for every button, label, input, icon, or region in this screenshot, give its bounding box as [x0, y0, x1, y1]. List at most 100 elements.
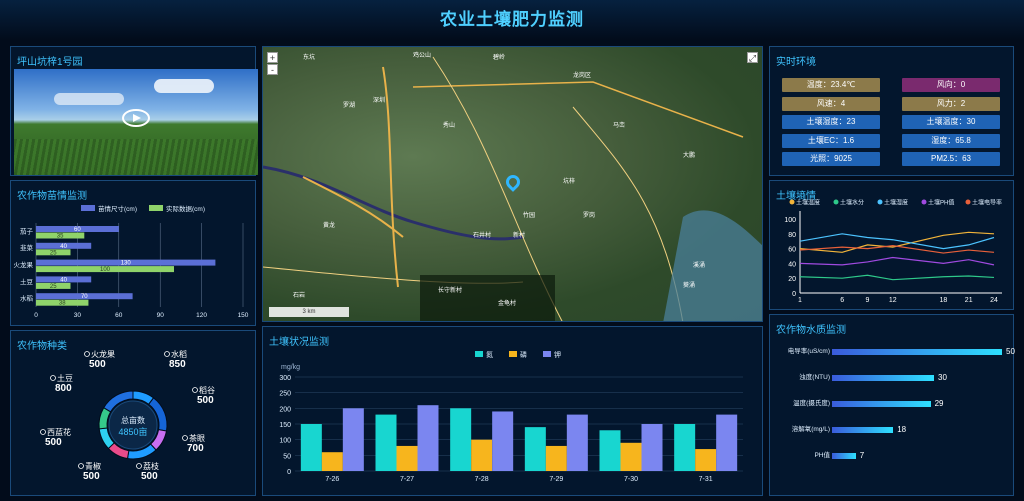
- bar-value-label: 60: [74, 227, 81, 233]
- water-quality-label: PH值: [814, 452, 830, 459]
- slice-value-label: 500: [45, 437, 62, 448]
- map-scale: 3 km: [269, 307, 349, 317]
- bar: [471, 439, 493, 471]
- slice-marker: [40, 429, 46, 435]
- map-place-label: 深圳: [373, 96, 385, 104]
- legend-marker: [789, 199, 795, 205]
- series-line: [799, 274, 995, 281]
- map-place-label: 溪涌: [693, 261, 705, 269]
- y-tick-label: 20: [788, 276, 796, 283]
- water-quality-bar: [832, 453, 856, 459]
- y-category-label: 火龙果: [14, 260, 34, 269]
- bar: [342, 408, 364, 471]
- slice-name-label: 青椒: [85, 461, 101, 471]
- legend-label: 土壤温度: [796, 199, 820, 207]
- x-tick-label: 60: [115, 312, 123, 319]
- x-tick-label: 30: [74, 312, 82, 319]
- video-panel-title: 坪山坑梓1号园: [17, 57, 83, 68]
- slice-name-label: 西蓝花: [47, 427, 71, 437]
- center-value: 4850亩: [118, 426, 147, 437]
- legend-swatch: [81, 205, 95, 211]
- x-tick-label: 150: [238, 312, 249, 319]
- water-quality-label: 溶解氧(mg/L): [791, 426, 830, 433]
- zoom-in-button[interactable]: +: [267, 52, 278, 63]
- bar-value-label: 40: [60, 244, 67, 250]
- bar: [375, 414, 397, 471]
- x-tick-label: 0: [34, 312, 38, 319]
- bar-value-label: 70: [81, 294, 88, 300]
- bar-value-label: 25: [50, 250, 57, 256]
- center-label: 总亩数: [121, 415, 145, 425]
- water-quality-value: 29: [934, 399, 944, 408]
- water-quality-value: 18: [897, 425, 907, 434]
- y-tick-label: 200: [279, 406, 291, 413]
- water-quality-row: PH值 7: [770, 449, 1020, 463]
- x-tick-label: 21: [965, 297, 973, 304]
- x-tick-label: 7-31: [699, 476, 713, 483]
- bar-value-label: 38: [59, 301, 66, 307]
- y-axis-unit: mg/kg: [281, 364, 300, 371]
- x-tick-label: 1: [798, 297, 802, 304]
- y-category-label: 韭菜: [20, 243, 34, 252]
- x-tick-label: 90: [157, 312, 165, 319]
- water-quality-panel: 农作物水质监测 电导率(uS/cm) 50 浊度(NTU) 30 温度(摄氏度) 29 溶解…: [769, 314, 1015, 496]
- water-quality-value: 7: [859, 451, 865, 460]
- slice-marker: [182, 435, 188, 441]
- legend-marker: [877, 199, 883, 205]
- slice-value-label: 500: [141, 471, 158, 482]
- map-view[interactable]: 鸡公山 东坑 深圳 碧岭 龙岗区 坑梓 石井村 秀山 黄龙 大鹏 罗湖 新村 竹园 金龟村 长守新村 马峦 葵涌…: [262, 46, 763, 322]
- crop-types-panel: 农作物种类 火龙果 500 水稻 850 稻谷 500 茶眼 700 荔枝 500 青椒 500 西蓝花…: [10, 330, 256, 496]
- x-tick-label: 24: [990, 297, 998, 304]
- bar-value-label: 130: [121, 261, 132, 267]
- map-place-label: 葵涌: [683, 281, 695, 289]
- water-quality-bar: [832, 375, 934, 381]
- bar: [492, 411, 514, 471]
- zoom-out-button[interactable]: -: [267, 64, 278, 75]
- slice-name-label: 荔枝: [143, 461, 159, 471]
- bar-value-label: 100: [100, 267, 111, 273]
- environment-panel-title: 实时环境: [776, 57, 816, 68]
- x-tick-label: 7-27: [400, 476, 414, 483]
- legend-marker: [833, 199, 839, 205]
- legend-label: 土壤湿度: [884, 199, 908, 207]
- legend-swatch: [509, 351, 517, 357]
- x-tick-label: 7-28: [475, 476, 489, 483]
- y-tick-label: 100: [784, 217, 796, 224]
- bar: [641, 424, 663, 471]
- env-reading-chip: 土壤湿度：23: [782, 115, 880, 129]
- x-tick-label: 7-26: [325, 476, 339, 483]
- slice-marker: [78, 463, 84, 469]
- env-reading-chip: 风力：2: [902, 96, 1000, 111]
- slice-marker: [136, 463, 142, 469]
- legend-swatch: [149, 205, 163, 211]
- slice-value-label: 700: [187, 443, 204, 454]
- env-reading-chip: PM2.5：63: [902, 152, 1000, 166]
- map-place-label: 马峦: [613, 121, 625, 129]
- bar: [695, 449, 717, 471]
- farm-video[interactable]: [14, 69, 258, 175]
- bar-value-label: 25: [50, 284, 57, 290]
- series-line: [799, 231, 995, 253]
- legend-label: 钾: [554, 350, 561, 359]
- slice-marker: [192, 387, 198, 393]
- map-place-label: 罗岗: [583, 212, 595, 219]
- play-icon[interactable]: [122, 109, 150, 127]
- legend-marker: [965, 199, 971, 205]
- water-quality-value: 30: [938, 373, 947, 382]
- slice-marker: [84, 351, 90, 357]
- slice-value-label: 500: [83, 471, 100, 482]
- map-place-label: 长守新村: [438, 286, 462, 294]
- map-place-label: 石井村: [473, 231, 491, 239]
- fullscreen-button[interactable]: ⤢: [747, 52, 758, 63]
- bar: [450, 408, 472, 471]
- map-place-label: 龙岗区: [573, 71, 591, 79]
- water-quality-row: 电导率(uS/cm) 50: [770, 345, 1020, 359]
- seedling-panel: 农作物苗情监测 苗情尺寸(cm) 实际数据(cm) 0 30 60 90 120 150 茄子 6…: [10, 180, 256, 326]
- y-tick-label: 50: [283, 453, 291, 460]
- map-place-label: 竹园: [523, 211, 535, 219]
- bar-value-label: 40: [60, 277, 67, 283]
- map-place-label: 黄龙: [323, 221, 335, 229]
- slice-value-label: 800: [55, 383, 72, 394]
- map-scale-label: 3 km: [302, 309, 316, 315]
- soil-status-chart: 氮 磷 钾 mg/kg 0 50 100 150 200 250 300 7-26 7-27 7-28 7-…: [279, 350, 743, 483]
